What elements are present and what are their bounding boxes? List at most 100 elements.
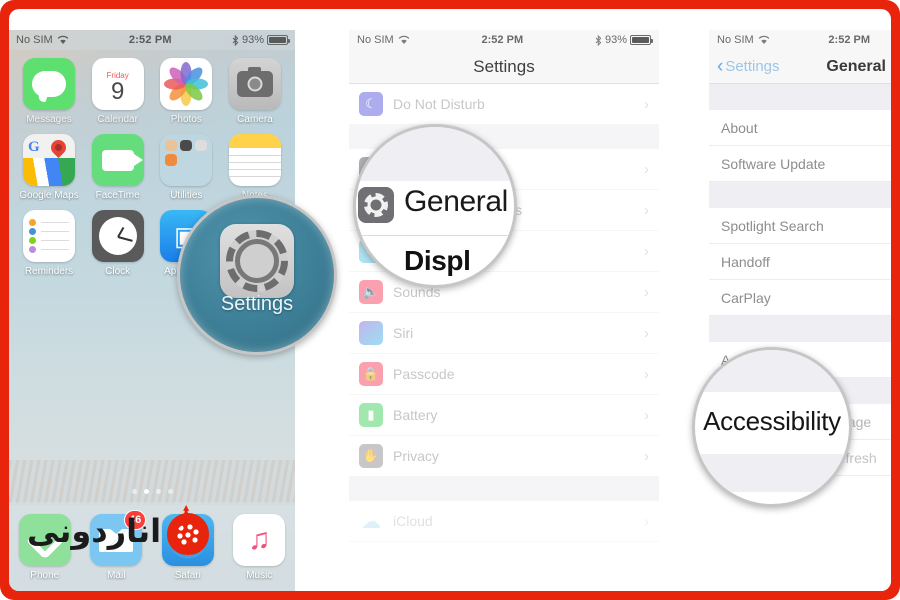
battery-percent-label: 93% [604, 34, 627, 46]
chevron-right-icon: › [644, 512, 649, 530]
dock-music[interactable]: ♫ Music [229, 514, 289, 581]
gear-icon [358, 187, 394, 223]
battery-icon [267, 35, 290, 45]
notes-icon [228, 134, 281, 186]
settings-row-do-not-disturb[interactable]: ☾ Do Not Disturb › [349, 84, 659, 125]
google-g-glyph: G [28, 139, 40, 155]
lens-row-divider [356, 235, 514, 236]
carrier-label: No SIM [357, 34, 394, 46]
facetime-icon [91, 134, 144, 186]
general-group-gap-1 [709, 84, 891, 110]
app-reminders[interactable]: Reminders [19, 210, 79, 277]
chevron-right-icon: › [644, 283, 649, 301]
lens-partial-label: Displ [404, 245, 471, 276]
siri-icon [359, 321, 383, 345]
wallpaper-texture [9, 460, 295, 505]
app-label: Phone [30, 570, 60, 581]
chevron-right-icon: › [644, 95, 649, 113]
back-label: Settings [725, 58, 780, 75]
app-clock[interactable]: Clock [88, 210, 148, 277]
page-title: Settings [473, 56, 535, 76]
settings-status-bar: No SIM 2:52 PM 93% [349, 30, 659, 50]
settings-group-gap-2 [349, 477, 659, 501]
general-row-about[interactable]: About [709, 110, 891, 146]
moon-icon: ☾ [359, 92, 383, 116]
home-status-bar: No SIM 2:52 PM 93% [9, 30, 295, 50]
app-label: Mail [107, 570, 126, 581]
settings-row-passcode[interactable]: 🔒 Passcode › [349, 354, 659, 395]
settings-row-siri[interactable]: Siri › [349, 313, 659, 354]
screenshot-root: No SIM 2:52 PM 93% Friday 9 G Reminders … [0, 0, 900, 600]
utilities-folder-icon [160, 134, 213, 186]
settings-navbar: Settings [349, 50, 659, 84]
camera-icon [228, 58, 281, 110]
status-time: 2:52 PM [128, 34, 172, 46]
hand-icon: ✋ [359, 444, 383, 468]
wifi-icon [398, 35, 410, 44]
general-magnifier-lens: General Displ [353, 124, 517, 288]
settings-gear-icon [220, 224, 294, 298]
row-label: iCloud [393, 513, 433, 529]
watermark-text: اناردونی [27, 512, 162, 550]
settings-row-privacy[interactable]: ✋ Privacy › [349, 436, 659, 477]
cloud-icon: ☁ [361, 510, 381, 533]
general-row-handoff[interactable]: Handoff [709, 244, 891, 280]
carrier-label: No SIM [16, 34, 53, 46]
general-row-carplay[interactable]: CarPlay [709, 280, 891, 316]
row-label: Battery [393, 407, 438, 423]
row-label: Passcode [393, 366, 455, 382]
photos-icon [160, 58, 213, 110]
messages-icon [23, 58, 75, 110]
general-row-spotlight-search[interactable]: Spotlight Search [709, 208, 891, 244]
app-label: Music [246, 570, 273, 581]
general-settings-panel: No SIM 2:52 PM ‹ Settings General About … [709, 30, 891, 591]
wifi-icon [758, 35, 770, 44]
status-time: 2:52 PM [828, 34, 870, 46]
battery-icon [630, 35, 653, 45]
settings-row-battery[interactable]: ▮ Battery › [349, 395, 659, 436]
calendar-day: 9 [110, 77, 125, 105]
lock-icon: 🔒 [359, 362, 383, 386]
app-label: Safari [174, 570, 201, 581]
settings-row-icloud[interactable]: ☁ iCloud › [349, 501, 659, 542]
chevron-right-icon: › [644, 160, 649, 178]
watermark: اناردونی [27, 505, 210, 555]
frame-inner: No SIM 2:52 PM 93% Friday 9 G Reminders … [9, 9, 891, 591]
google-maps-icon: G [23, 134, 75, 186]
speaker-icon: 🔈 [359, 280, 383, 304]
back-button[interactable]: ‹ Settings [717, 57, 780, 76]
row-label: Privacy [393, 448, 439, 464]
general-row-software-update[interactable]: Software Update [709, 146, 891, 182]
page-title: General [826, 57, 886, 75]
bluetooth-icon [595, 34, 602, 46]
accessibility-magnifier-lens: Accessibility [692, 347, 852, 507]
reminders-icon [23, 210, 75, 262]
wifi-icon [57, 35, 69, 44]
chevron-right-icon: › [644, 201, 649, 219]
chevron-right-icon: › [644, 242, 649, 260]
chevron-right-icon: › [644, 365, 649, 383]
lens-label: General [404, 185, 508, 218]
row-label: Do Not Disturb [393, 96, 485, 112]
bluetooth-icon [232, 34, 239, 46]
calendar-icon: Friday 9 [91, 58, 144, 110]
lens-band-top [356, 127, 514, 181]
lens-label: Settings [220, 293, 294, 315]
music-note-icon: ♫ [233, 514, 286, 566]
page-dots [9, 489, 295, 494]
pomegranate-icon [167, 505, 210, 555]
battery-percent-label: 93% [241, 34, 264, 46]
status-time: 2:52 PM [481, 34, 524, 46]
chevron-right-icon: › [644, 324, 649, 342]
carrier-label: No SIM [717, 34, 754, 46]
app-label: Clock [105, 266, 131, 277]
chevron-right-icon: › [644, 447, 649, 465]
lens-band-top [695, 350, 849, 392]
lens-band-bottom [695, 454, 849, 492]
row-label: Siri [393, 325, 414, 341]
app-label: Reminders [24, 266, 74, 277]
chevron-left-icon: ‹ [717, 56, 724, 77]
battery-icon: ▮ [359, 403, 383, 427]
lens-label: Accessibility [703, 406, 841, 436]
general-group-gap-2 [709, 182, 891, 208]
